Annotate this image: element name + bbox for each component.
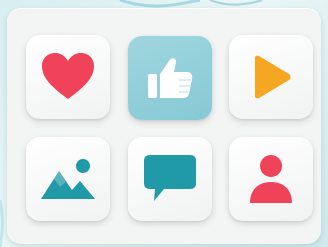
image-icon (41, 159, 95, 199)
play-button[interactable] (229, 35, 313, 119)
chat-bubble-icon (144, 155, 196, 201)
like-button[interactable] (128, 36, 212, 120)
profile-button[interactable] (229, 137, 313, 221)
thumbs-up-icon (148, 58, 193, 98)
heart-button[interactable] (26, 35, 110, 119)
gallery-button[interactable] (26, 137, 110, 221)
play-icon (255, 55, 291, 99)
user-icon (250, 155, 292, 203)
chat-button[interactable] (128, 137, 212, 221)
heart-icon (42, 53, 94, 99)
